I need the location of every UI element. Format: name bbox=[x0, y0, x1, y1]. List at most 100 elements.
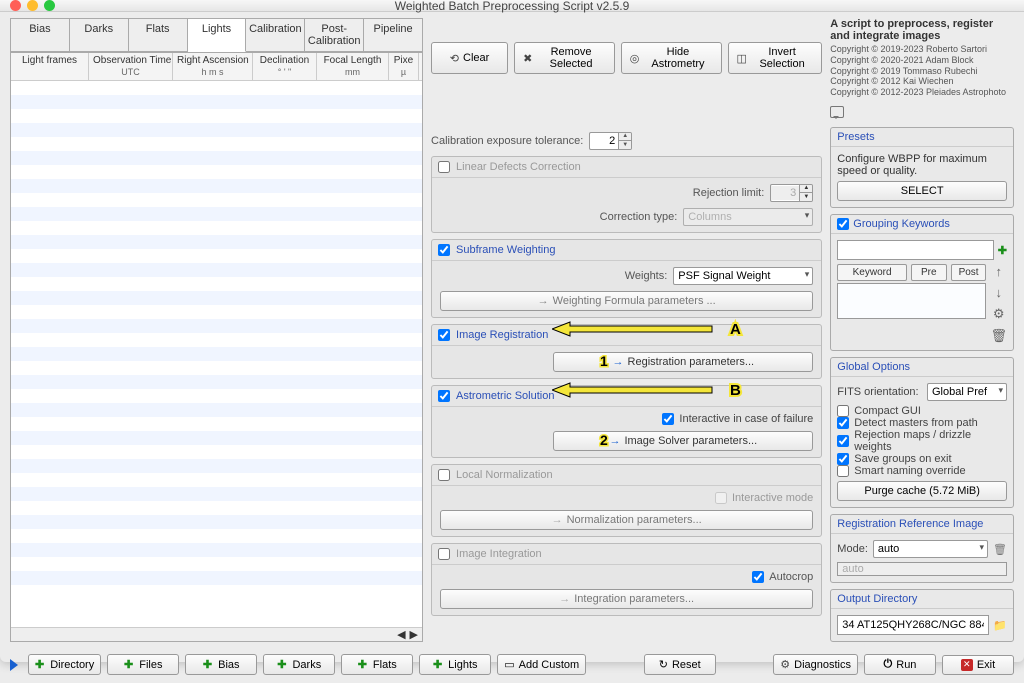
gear-icon[interactable]: ⚙ bbox=[993, 306, 1005, 322]
clear-button[interactable]: ⟲Clear bbox=[431, 42, 508, 74]
col-pre[interactable]: Pre bbox=[911, 264, 947, 281]
tab-calibration[interactable]: Calibration bbox=[246, 19, 305, 52]
option-checkbox[interactable] bbox=[837, 453, 849, 465]
add-files-button[interactable]: ✚Files bbox=[107, 654, 179, 675]
triangle-icon[interactable] bbox=[10, 659, 18, 671]
astrometric-solution-title: Astrometric Solution bbox=[456, 390, 554, 402]
add-directory-button[interactable]: ✚Directory bbox=[28, 654, 101, 675]
trash-icon[interactable]: 🗑 bbox=[990, 328, 1007, 344]
remove-label: Remove Selected bbox=[536, 46, 605, 70]
add-darks-button[interactable]: ✚Darks bbox=[263, 654, 335, 675]
linear-defects-checkbox[interactable] bbox=[438, 161, 450, 173]
interactive-mode-label: Interactive mode bbox=[732, 492, 813, 504]
col-header[interactable]: Pixeµ bbox=[389, 53, 419, 80]
add-bias-button[interactable]: ✚Bias bbox=[185, 654, 257, 675]
move-down-icon[interactable]: ↓ bbox=[995, 285, 1002, 300]
col-header[interactable]: Light frames bbox=[11, 53, 89, 80]
image-registration-checkbox[interactable] bbox=[438, 329, 450, 341]
clear-icon: ⟲ bbox=[450, 52, 459, 65]
tab-flats[interactable]: Flats bbox=[129, 19, 188, 52]
tab-bias[interactable]: Bias bbox=[11, 19, 70, 52]
col-header[interactable]: Right Ascensionh m s bbox=[173, 53, 253, 80]
presets-description: Configure WBPP for maximum speed or qual… bbox=[837, 153, 1007, 177]
interactive-failure-checkbox[interactable] bbox=[662, 413, 674, 425]
remove-selected-button[interactable]: ✖Remove Selected bbox=[514, 42, 615, 74]
output-directory-input[interactable] bbox=[837, 615, 989, 635]
table-row bbox=[11, 263, 422, 277]
spin-down-icon[interactable]: ▼ bbox=[619, 141, 631, 150]
tab-pipeline[interactable]: Pipeline bbox=[364, 19, 422, 52]
plus-icon: ✚ bbox=[35, 658, 44, 671]
table-row bbox=[11, 123, 422, 137]
exit-button[interactable]: ✕Exit bbox=[942, 655, 1014, 675]
table-row bbox=[11, 473, 422, 487]
add-keyword-icon[interactable]: ✚ bbox=[998, 244, 1007, 257]
autocrop-checkbox[interactable] bbox=[752, 571, 764, 583]
keyword-list[interactable] bbox=[837, 283, 986, 319]
table-scrollbar[interactable]: ◀ ▶ bbox=[11, 627, 422, 641]
correction-type-select: Columns bbox=[683, 208, 813, 226]
hide-label: Hide Astrometry bbox=[643, 46, 712, 70]
table-row bbox=[11, 529, 422, 543]
spin-up-icon[interactable]: ▲ bbox=[619, 132, 631, 141]
arrow-right-icon: → bbox=[552, 514, 563, 526]
image-solver-params-button[interactable]: →Image Solver parameters... bbox=[553, 431, 813, 451]
regref-mode-select[interactable]: auto bbox=[873, 540, 988, 558]
col-keyword[interactable]: Keyword bbox=[837, 264, 907, 281]
scroll-left-icon[interactable]: ◀ bbox=[397, 628, 405, 641]
local-normalization-checkbox[interactable] bbox=[438, 469, 450, 481]
option-checkbox[interactable] bbox=[837, 417, 849, 429]
table-row bbox=[11, 95, 422, 109]
registration-reference-title: Registration Reference Image bbox=[831, 515, 1013, 534]
add-custom-button[interactable]: ▭Add Custom bbox=[497, 654, 586, 675]
option-checkbox[interactable] bbox=[837, 465, 849, 477]
registration-params-button[interactable]: →Registration parameters... bbox=[553, 352, 813, 372]
move-up-icon[interactable]: ↑ bbox=[995, 264, 1002, 279]
copyright-line: Copyright © 2019 Tommaso Rubechi bbox=[830, 66, 1014, 77]
weights-select[interactable]: PSF Signal Weight bbox=[673, 267, 813, 285]
table-row bbox=[11, 151, 422, 165]
option-checkbox[interactable] bbox=[837, 405, 849, 417]
keyword-table-header: Keyword Pre Post bbox=[837, 264, 986, 281]
tab-darks[interactable]: Darks bbox=[70, 19, 129, 52]
option-checkbox[interactable] bbox=[837, 435, 849, 447]
cal-tol-spinner[interactable]: ▲▼ bbox=[589, 132, 632, 150]
trash-icon[interactable]: 🗑 bbox=[993, 543, 1007, 556]
reset-button[interactable]: ↻Reset bbox=[644, 654, 716, 675]
purge-cache-button[interactable]: Purge cache (5.72 MiB) bbox=[837, 481, 1007, 501]
add-flats-button[interactable]: ✚Flats bbox=[341, 654, 413, 675]
tab-lights[interactable]: Lights bbox=[188, 19, 247, 52]
presets-select-button[interactable]: SELECT bbox=[837, 181, 1007, 201]
table-row bbox=[11, 571, 422, 585]
col-header[interactable]: Observation TimeUTC bbox=[89, 53, 173, 80]
cal-tol-label: Calibration exposure tolerance: bbox=[431, 135, 583, 147]
comment-icon[interactable] bbox=[830, 106, 844, 118]
col-header[interactable]: Focal Lengthmm bbox=[317, 53, 389, 80]
invert-selection-button[interactable]: ◫Invert Selection bbox=[728, 42, 823, 74]
table-row bbox=[11, 557, 422, 571]
grouping-keywords-checkbox[interactable] bbox=[837, 218, 849, 230]
category-tabs: BiasDarksFlatsLightsCalibrationPost-Cali… bbox=[10, 18, 423, 52]
hide-astrometry-button[interactable]: ◎Hide Astrometry bbox=[621, 42, 722, 74]
col-header[interactable]: Declination° ' " bbox=[253, 53, 317, 80]
arrow-right-icon: → bbox=[538, 295, 549, 307]
add-custom-label: Add Custom bbox=[519, 659, 580, 671]
copyright-line: Copyright © 2012 Kai Wiechen bbox=[830, 76, 1014, 87]
tab-post-calibration[interactable]: Post-Calibration bbox=[305, 19, 364, 52]
image-integration-checkbox[interactable] bbox=[438, 548, 450, 560]
weighting-params-button[interactable]: →Weighting Formula parameters ... bbox=[440, 291, 813, 311]
middle-column: ⟲Clear ✖Remove Selected ◎Hide Astrometry… bbox=[431, 18, 822, 642]
run-button[interactable]: ⏻Run bbox=[864, 654, 936, 675]
fits-orientation-select[interactable]: Global Pref bbox=[927, 383, 1007, 401]
subframe-weighting-checkbox[interactable] bbox=[438, 244, 450, 256]
folder-icon[interactable]: 📁 bbox=[993, 619, 1007, 632]
normalization-params-button: →Normalization parameters... bbox=[440, 510, 813, 530]
col-post[interactable]: Post bbox=[951, 264, 987, 281]
table-row bbox=[11, 515, 422, 529]
diagnostics-button[interactable]: ⚙Diagnostics bbox=[773, 654, 858, 675]
add-lights-button[interactable]: ✚Lights bbox=[419, 654, 491, 675]
astrometric-solution-checkbox[interactable] bbox=[438, 390, 450, 402]
cal-tol-input[interactable] bbox=[590, 134, 618, 148]
keyword-input[interactable] bbox=[837, 240, 993, 260]
scroll-right-icon[interactable]: ▶ bbox=[410, 628, 418, 641]
